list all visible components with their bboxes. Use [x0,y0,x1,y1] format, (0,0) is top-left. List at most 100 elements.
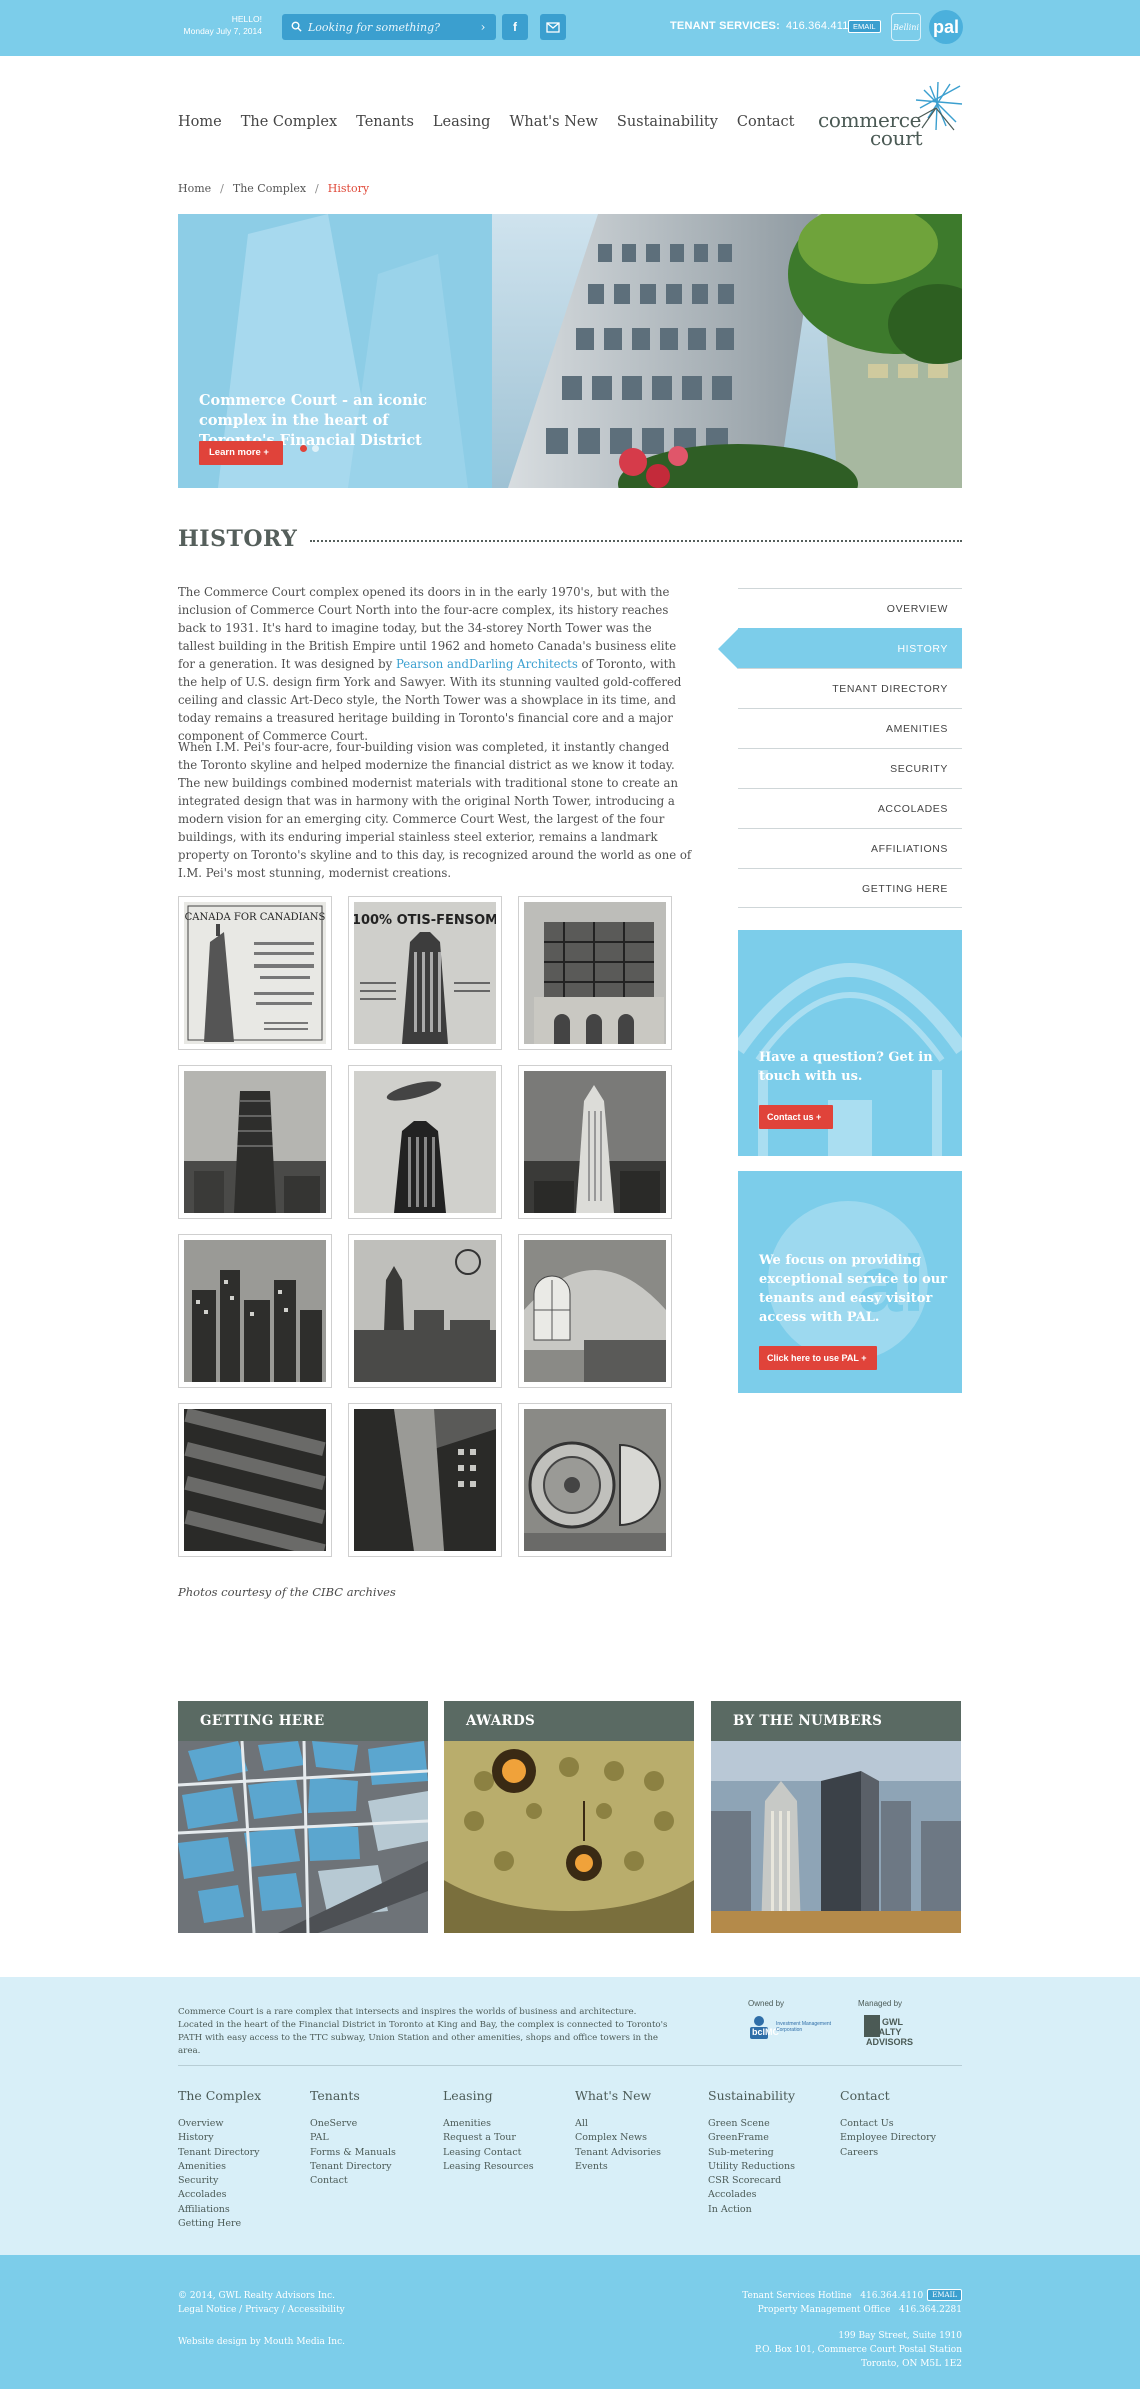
footer-link[interactable]: Overview [178,2117,261,2131]
card-getting-here[interactable]: GETTING HERE [178,1701,428,1933]
sidenav-item-getting-here[interactable]: GETTING HERE [738,868,962,908]
archive-photo-3[interactable] [518,896,672,1050]
hotline-phone[interactable]: 416.364.4110 [860,2291,923,2301]
footer-link[interactable]: Leasing Resources [443,2160,534,2174]
nav-item-the-complex[interactable]: The Complex [241,114,337,130]
nav-item-contact[interactable]: Contact [737,114,795,130]
history-paragraph-2: When I.M. Pei's four-acre, four-building… [178,740,692,880]
bellini-link[interactable]: Bellini [891,13,921,41]
footer-link[interactable]: Tenant Advisories [575,2146,661,2160]
commerce-court-logo[interactable]: commerce court [818,78,963,150]
archive-photo-6[interactable] [518,1065,672,1219]
use-pal-button[interactable]: Click here to use PAL + [759,1346,877,1370]
nav-item-sustainability[interactable]: Sustainability [617,114,718,130]
breadcrumb-the-complex[interactable]: The Complex [233,182,306,195]
footer-link[interactable]: Green Scene [708,2117,795,2131]
legal-links[interactable]: Legal Notice / Privacy / Accessibility [178,2303,345,2317]
sidenav-item-overview[interactable]: OVERVIEW [738,588,962,628]
contact-us-button[interactable]: Contact us + [759,1105,833,1129]
footer-link[interactable]: In Action [708,2203,795,2217]
slider-dot[interactable] [312,445,319,452]
breadcrumb-home[interactable]: Home [178,182,211,195]
footer-link[interactable]: CSR Scorecard [708,2174,795,2188]
pmo-phone[interactable]: 416.364.2281 [899,2305,962,2315]
card-by-the-numbers[interactable]: BY THE NUMBERS [711,1701,961,1933]
footer-link[interactable]: Accolades [708,2188,795,2202]
footer-link[interactable]: Sub-metering [708,2146,795,2160]
archive-photo-9[interactable] [518,1234,672,1388]
archive-photo-10[interactable] [178,1403,332,1557]
tenant-services-phone[interactable]: 416.364.4110 [786,20,855,32]
footer-link[interactable]: Accolades [178,2188,261,2202]
footer-link[interactable]: Careers [840,2146,936,2160]
sidenav-item-amenities[interactable]: AMENITIES [738,708,962,748]
bcimc-logo[interactable]: bcIMC Investment Management Corporation [746,2013,832,2043]
email-badge-button[interactable]: EMAIL [848,20,881,33]
pal-promo-text: We focus on providing exceptional servic… [759,1253,948,1325]
footer-link[interactable]: Amenities [178,2160,261,2174]
archive-photo-11[interactable] [348,1403,502,1557]
archive-photo-2[interactable]: 100% OTIS-FENSOM [348,896,502,1050]
sidenav-item-affiliations[interactable]: AFFILIATIONS [738,828,962,868]
nav-item-whats-new[interactable]: What's New [509,114,597,130]
map-image [178,1741,428,1933]
sidenav-item-accolades[interactable]: ACCOLADES [738,788,962,828]
footer-link[interactable]: Forms & Manuals [310,2146,396,2160]
history-paragraph-1: The Commerce Court complex opened its do… [178,583,692,745]
slider-dot-active[interactable] [300,445,307,452]
footer-link[interactable]: GreenFrame [708,2131,795,2145]
nav-item-leasing[interactable]: Leasing [433,114,491,130]
search-input[interactable] [308,18,468,36]
search-icon [291,21,302,32]
sidenav-item-history[interactable]: HISTORY [718,628,962,669]
bcimc-logo-text: bcIMC [752,2027,779,2037]
archive-photo-7[interactable] [178,1234,332,1388]
learn-more-button[interactable]: Learn more + [199,441,283,465]
owned-by-label: Owned by [748,1999,785,2008]
pal-logo-link[interactable]: pal [929,10,963,44]
footer-link[interactable]: Tenant Directory [178,2146,261,2160]
facebook-icon[interactable]: f [502,14,528,40]
footer-col-title: Sustainability [708,2088,796,2103]
pearson-darling-link[interactable]: Pearson andDarling Architects [396,657,578,671]
footer-link[interactable]: Tenant Directory [310,2160,396,2174]
sidenav-item-tenant-directory[interactable]: TENANT DIRECTORY [738,668,962,708]
tenant-services-label: TENANT SERVICES: [670,20,780,32]
archive-photo-8[interactable] [348,1234,502,1388]
archive-photo-12[interactable] [518,1403,672,1557]
footer-col-title: Tenants [310,2088,360,2103]
card-awards[interactable]: AWARDS [444,1701,694,1933]
nav-item-home[interactable]: Home [178,114,222,130]
search-submit-chevron-icon[interactable]: › [476,20,490,34]
gwl-logo[interactable]: GWL REALTY ADVISORS [864,2015,936,2047]
archive-photo-5[interactable] [348,1065,502,1219]
design-credit[interactable]: Website design by Mouth Media Inc. [178,2335,345,2349]
search-box: › [282,14,496,40]
footer-link[interactable]: Security [178,2174,261,2188]
footer-link[interactable]: Events [575,2160,661,2174]
footer-link[interactable]: Contact [310,2174,396,2188]
footer-link[interactable]: Utility Reductions [708,2160,795,2174]
footer-col-title: The Complex [178,2088,262,2103]
nav-item-tenants[interactable]: Tenants [356,114,414,130]
bottom-email-badge[interactable]: EMAIL [927,2289,962,2301]
footer-link[interactable]: Contact Us [840,2117,936,2131]
footer-link[interactable]: Leasing Contact [443,2146,534,2160]
archive-photo-4[interactable] [178,1065,332,1219]
thumb-2-text: 100% OTIS-FENSOM [354,913,496,928]
footer-link[interactable]: History [178,2131,261,2145]
footer-link[interactable]: PAL [310,2131,396,2145]
side-nav: OVERVIEW HISTORY TENANT DIRECTORY AMENIT… [718,588,962,908]
footer-link[interactable]: OneServe [310,2117,396,2131]
footer-link[interactable]: Complex News [575,2131,661,2145]
footer-link[interactable]: Request a Tour [443,2131,534,2145]
sidenav-item-security[interactable]: SECURITY [738,748,962,788]
address-line-3: Toronto, ON M5L 1E2 [861,2359,962,2369]
footer-link[interactable]: Getting Here [178,2217,261,2231]
mail-icon[interactable] [540,14,566,40]
archive-photo-1[interactable]: CANADA FOR CANADIANS [178,896,332,1050]
footer-link[interactable]: Employee Directory [840,2131,936,2145]
footer-link[interactable]: All [575,2117,661,2131]
footer-link[interactable]: Amenities [443,2117,534,2131]
footer-link[interactable]: Affiliations [178,2203,261,2217]
